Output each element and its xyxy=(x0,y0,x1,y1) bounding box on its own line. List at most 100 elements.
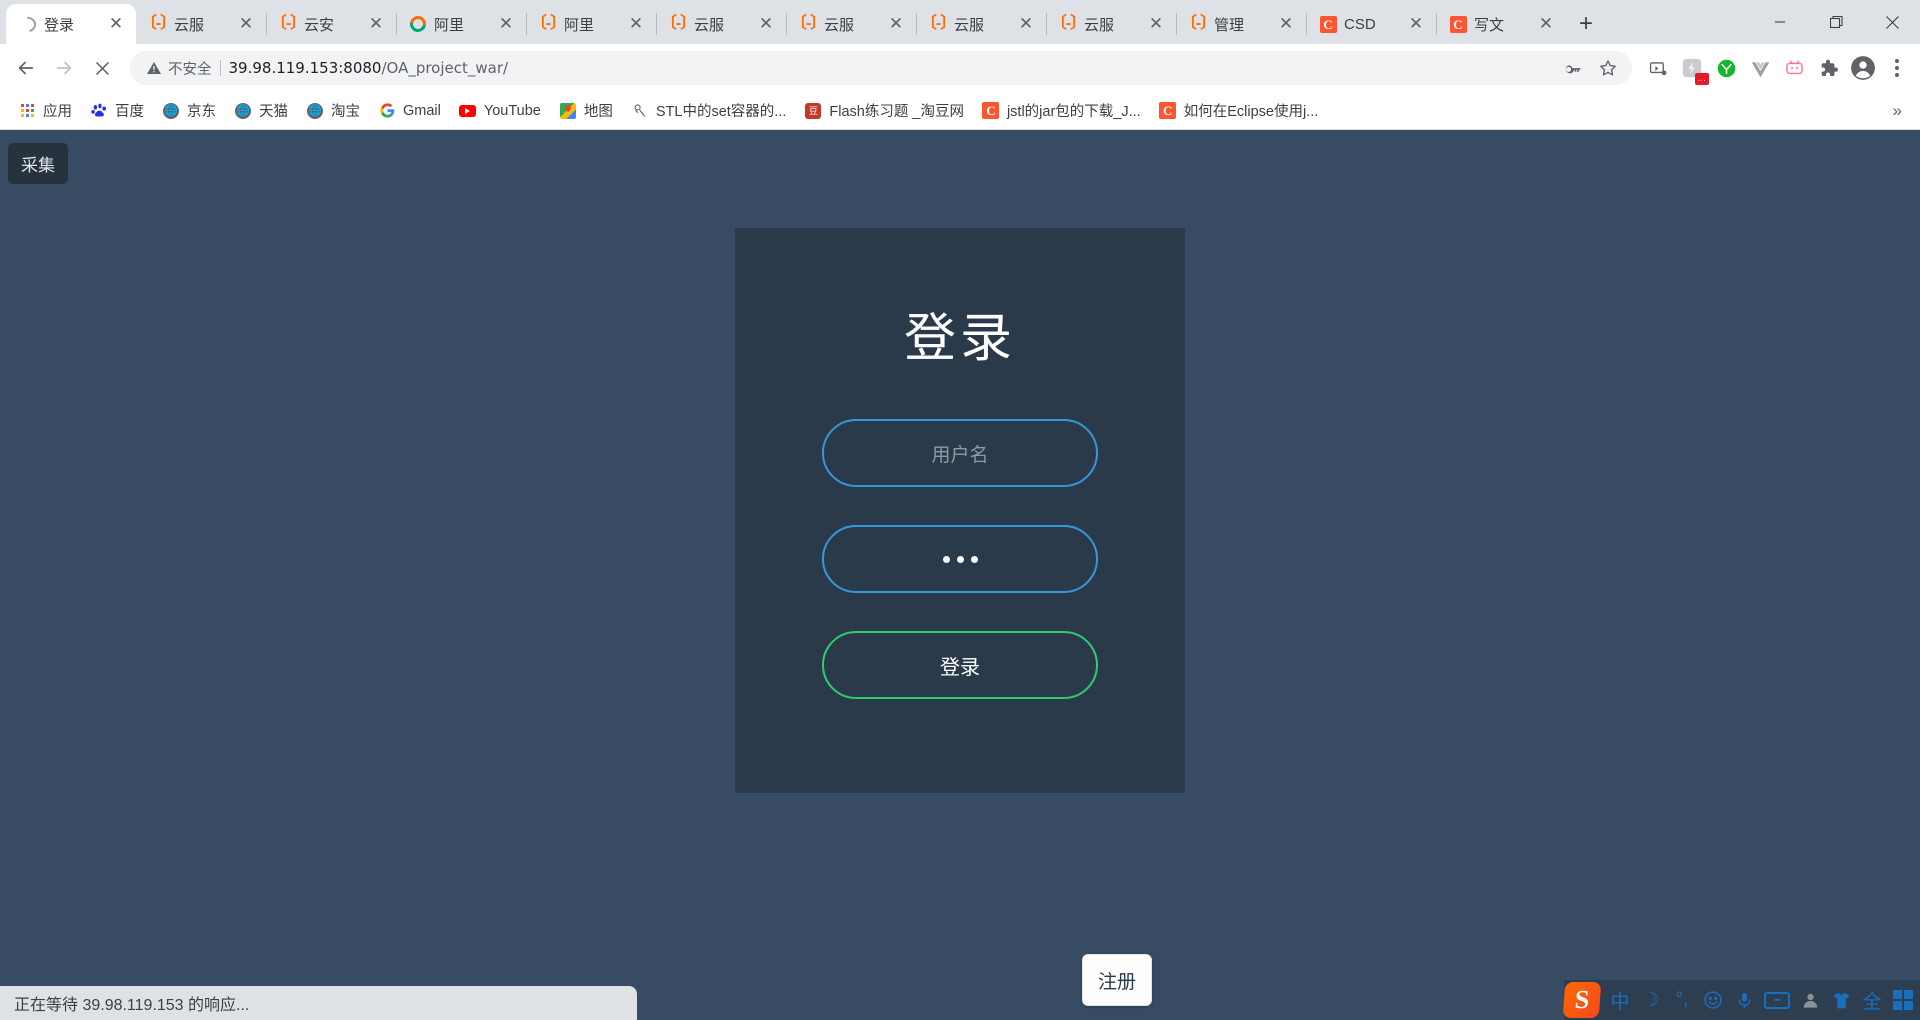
tab-title: 云服 xyxy=(954,16,985,34)
browser-tab[interactable]: 〔-〕 云服 ✕ xyxy=(1046,4,1176,44)
tab-close-icon[interactable]: ✕ xyxy=(236,14,256,34)
tab-title: 阿里 xyxy=(434,16,465,34)
tab-close-icon[interactable]: ✕ xyxy=(756,14,776,34)
chinese-mode-icon[interactable]: 中 xyxy=(1609,987,1631,1013)
browser-tab[interactable]: 阿里 ✕ xyxy=(396,4,526,44)
browser-toolbar: 不安全 39.98.119.153:8080/OA_project_war/ .… xyxy=(0,44,1920,92)
csdn-icon: C xyxy=(1449,15,1467,33)
bookmark-label: STL中的set容器的... xyxy=(655,104,787,120)
youtube-icon xyxy=(459,102,477,120)
browser-tab[interactable]: 〔-〕 云服 ✕ xyxy=(916,4,1046,44)
bookmark-gmail[interactable]: Gmail xyxy=(370,98,449,124)
tab-close-icon[interactable]: ✕ xyxy=(1276,14,1296,34)
username-input[interactable]: 用户名 xyxy=(822,419,1098,487)
microphone-icon[interactable] xyxy=(1733,987,1755,1013)
three-dot-menu-icon[interactable] xyxy=(1882,51,1912,85)
account-avatar-icon[interactable] xyxy=(1846,51,1880,85)
bookmark-label: YouTube xyxy=(483,102,541,119)
key-icon[interactable] xyxy=(1558,54,1586,82)
tab-title: 写文 xyxy=(1474,16,1505,34)
bookmark-maps[interactable]: 地图 xyxy=(551,96,621,125)
emoji-smiley-icon[interactable] xyxy=(1702,987,1724,1013)
stop-loading-icon[interactable] xyxy=(84,50,120,86)
gmail-icon xyxy=(378,102,396,120)
new-tab-button[interactable]: + xyxy=(1570,8,1602,40)
back-arrow-icon[interactable] xyxy=(8,50,44,86)
tab-close-icon[interactable]: ✕ xyxy=(1406,14,1426,34)
bookmark-flash-exercises[interactable]: 豆 Flash练习题 _淘豆网 xyxy=(796,96,972,125)
tab-close-icon[interactable]: ✕ xyxy=(366,14,386,34)
security-warning[interactable]: 不安全 xyxy=(146,58,212,79)
register-button[interactable]: 注册 xyxy=(1082,954,1152,1006)
bookmark-eclipse-jstl[interactable]: C 如何在Eclipse使用j... xyxy=(1151,96,1327,125)
tab-close-icon[interactable]: ✕ xyxy=(626,14,646,34)
youdao-dictionary-icon[interactable] xyxy=(1710,52,1742,84)
forward-arrow-icon[interactable] xyxy=(46,50,82,86)
close-icon[interactable] xyxy=(1864,0,1920,44)
browser-tab[interactable]: 〔-〕 管理 ✕ xyxy=(1176,4,1306,44)
bookmark-tmall[interactable]: 🌐 天猫 xyxy=(226,96,296,125)
punctuation-icon[interactable]: °, xyxy=(1671,987,1693,1013)
bookmark-label: 百度 xyxy=(115,104,144,120)
toolbox-grid-icon[interactable] xyxy=(1892,987,1914,1013)
download-manager-icon[interactable]: ... xyxy=(1676,52,1709,85)
soft-keyboard-icon[interactable]: ▪▪▪▪ xyxy=(1764,987,1790,1013)
tab-title: CSD xyxy=(1344,15,1376,33)
password-masked-value xyxy=(942,555,978,563)
window-controls xyxy=(1752,0,1920,44)
browser-tab[interactable]: 〔-〕 阿里 ✕ xyxy=(526,4,656,44)
globe-icon: 🌐 xyxy=(306,102,324,120)
moon-icon[interactable]: ☽ xyxy=(1640,987,1662,1013)
browser-tab[interactable]: C CSD ✕ xyxy=(1306,4,1436,44)
bookmark-label: 淘宝 xyxy=(331,104,360,120)
bookmark-apps[interactable]: 应用 xyxy=(10,96,80,125)
browser-tab[interactable]: 登录 ✕ xyxy=(6,4,136,44)
browser-tab[interactable]: C 写文 ✕ xyxy=(1436,4,1566,44)
minimize-icon[interactable] xyxy=(1752,0,1808,44)
tab-close-icon[interactable]: ✕ xyxy=(1016,14,1036,34)
tab-close-icon[interactable]: ✕ xyxy=(886,14,906,34)
tab-close-icon[interactable]: ✕ xyxy=(106,14,126,34)
aliyun-icon: 〔-〕 xyxy=(920,15,956,32)
star-icon[interactable] xyxy=(1594,54,1622,82)
bookmarks-overflow-icon[interactable]: » xyxy=(1885,101,1910,121)
page-viewport: 采集 登录 用户名 登录 注册 正在等待 39.98.119.153 的响应..… xyxy=(0,130,1920,1020)
bookmark-label: 天猫 xyxy=(259,104,288,120)
login-button[interactable]: 登录 xyxy=(822,631,1098,699)
password-input[interactable] xyxy=(822,525,1098,593)
video-popout-icon[interactable] xyxy=(1642,52,1674,84)
tab-title: 云服 xyxy=(174,16,205,34)
user-account-icon[interactable] xyxy=(1799,987,1821,1013)
aliyun-icon: 〔-〕 xyxy=(1180,15,1216,32)
tab-title: 云安 xyxy=(304,16,335,34)
browser-tab[interactable]: 〔-〕 云服 ✕ xyxy=(136,4,266,44)
bookmark-jstl-jar[interactable]: C jstl的jar包的下载_J... xyxy=(974,96,1149,125)
collect-button[interactable]: 采集 xyxy=(8,143,68,184)
browser-tab[interactable]: 〔-〕 云服 ✕ xyxy=(786,4,916,44)
fullwidth-toggle-icon[interactable]: 全 xyxy=(1861,987,1883,1013)
username-placeholder: 用户名 xyxy=(931,444,989,466)
extensions-puzzle-icon[interactable] xyxy=(1812,52,1844,84)
skin-shirt-icon[interactable] xyxy=(1830,987,1852,1013)
vue-devtools-icon[interactable] xyxy=(1744,52,1776,84)
bookmark-youtube[interactable]: YouTube xyxy=(451,98,549,124)
bookmark-baidu[interactable]: 百度 xyxy=(82,96,152,125)
tab-title: 管理 xyxy=(1214,16,1245,34)
bilibili-helper-icon[interactable] xyxy=(1778,52,1810,84)
baidu-icon xyxy=(90,102,108,120)
csdn-icon: C xyxy=(1159,102,1177,120)
google-maps-icon xyxy=(559,102,577,120)
sogou-pinyin-logo[interactable]: S xyxy=(1562,982,1602,1018)
tab-close-icon[interactable]: ✕ xyxy=(496,14,516,34)
browser-tab[interactable]: 〔-〕 云服 ✕ xyxy=(656,4,786,44)
address-bar[interactable]: 不安全 39.98.119.153:8080/OA_project_war/ xyxy=(130,51,1632,85)
url-path: /OA_project_war/ xyxy=(381,59,509,77)
maximize-icon[interactable] xyxy=(1808,0,1864,44)
tab-close-icon[interactable]: ✕ xyxy=(1536,14,1556,34)
tab-close-icon[interactable]: ✕ xyxy=(1146,14,1166,34)
bookmark-jd[interactable]: 🌐 京东 xyxy=(154,96,224,125)
bookmark-stl-set[interactable]: STL中的set容器的... xyxy=(623,96,795,125)
browser-tab[interactable]: 〔-〕 云安 ✕ xyxy=(266,4,396,44)
bookmark-taobao[interactable]: 🌐 淘宝 xyxy=(298,96,368,125)
omnibox-divider xyxy=(219,60,221,76)
